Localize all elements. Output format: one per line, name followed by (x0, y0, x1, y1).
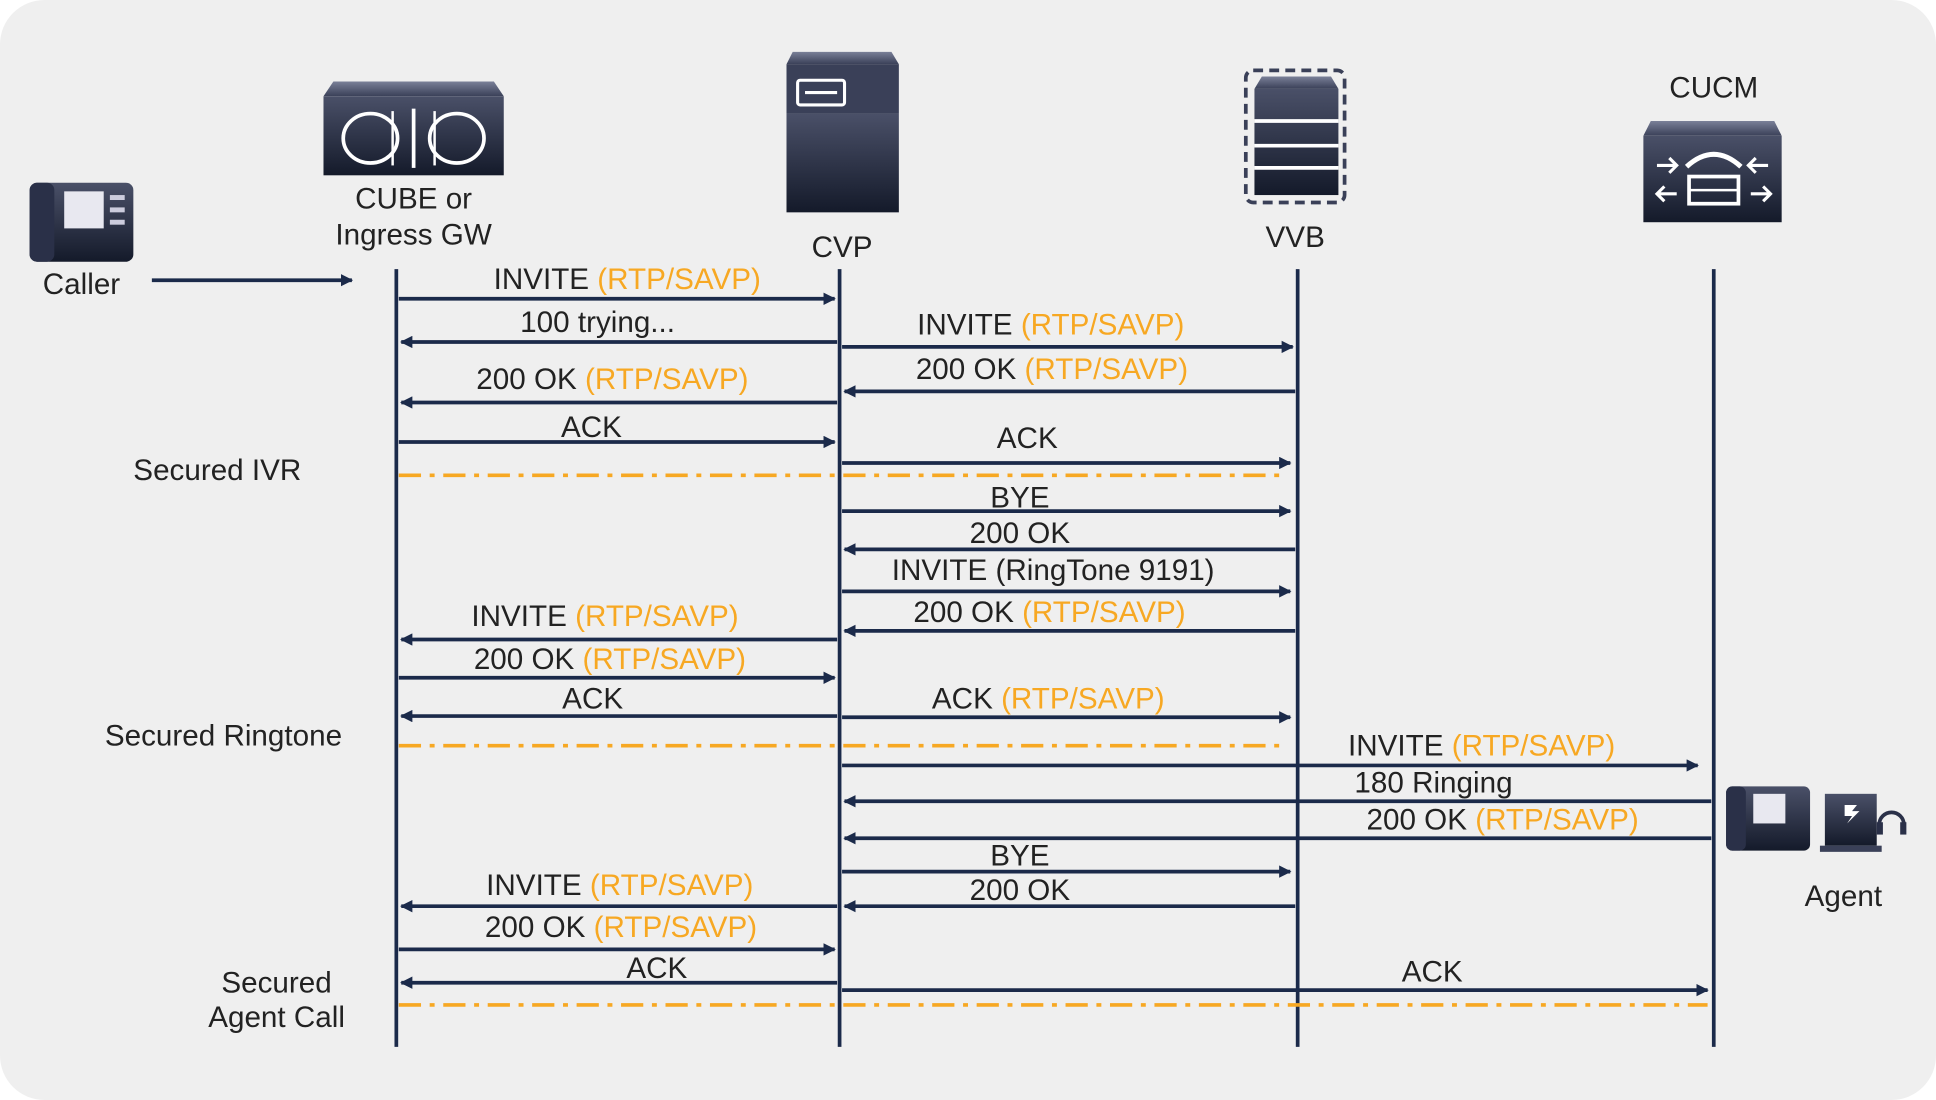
message-name: 200 OK (476, 363, 577, 396)
message-label: 200 OK (970, 517, 1071, 550)
message-name: 200 OK (916, 353, 1017, 386)
message-label: INVITE (RTP/SAVP) (1348, 730, 1615, 763)
message-name: 200 OK (474, 643, 575, 676)
message-label: 200 OK (RTP/SAVP) (476, 363, 748, 396)
message-label: ACK (561, 411, 622, 444)
message-secure-tag: (RTP/SAVP) (567, 600, 739, 633)
sip-call-flow-diagram: Caller CUBE or Ingress GW CVP VVB CUCM A… (0, 0, 1936, 1100)
vvb-server-icon (1243, 68, 1347, 205)
message-label: 200 OK (RTP/SAVP) (485, 911, 757, 944)
message-label: INVITE (RTP/SAVP) (494, 263, 761, 296)
message-label: ACK (RTP/SAVP) (932, 683, 1165, 716)
message-name: 200 OK (970, 874, 1071, 907)
message-label: 180 Ringing (1354, 767, 1512, 800)
message-label: INVITE (RingTone 9191) (892, 554, 1215, 587)
message-label: 200 OK (RTP/SAVP) (913, 596, 1185, 629)
secured-agent-call-label-line2: Agent Call (208, 1001, 345, 1034)
secured-ringtone-label: Secured Ringtone (105, 720, 342, 753)
message-name: 100 trying... (520, 306, 675, 339)
cube-router-icon (323, 81, 504, 176)
message-label: ACK (562, 683, 623, 716)
message-label: ACK (1402, 955, 1463, 988)
message-name: ACK (562, 683, 623, 716)
cube-label-line2: Ingress GW (335, 218, 491, 251)
message-name: INVITE (471, 600, 566, 633)
message-label: INVITE (RTP/SAVP) (486, 869, 753, 902)
message-secure-tag: (RTP/SAVP) (582, 869, 754, 902)
message-label: 100 trying... (520, 306, 675, 339)
message-name: ACK (626, 952, 687, 985)
message-name: ACK (1402, 955, 1463, 988)
message-name: INVITE (494, 263, 589, 296)
message-name: 200 OK (970, 517, 1071, 550)
message-name: ACK (561, 411, 622, 444)
message-secure-tag: (RTP/SAVP) (585, 911, 757, 944)
message-name: INVITE (RingTone 9191) (892, 554, 1215, 587)
message-secure-tag: (RTP/SAVP) (577, 363, 749, 396)
secured-agent-call-label-line1: Secured (221, 967, 331, 1000)
message-name: ACK (932, 683, 993, 716)
message-label: 200 OK (RTP/SAVP) (916, 353, 1188, 386)
vvb-label: VVB (1266, 221, 1325, 254)
caller-label: Caller (43, 268, 121, 301)
message-label: INVITE (RTP/SAVP) (471, 600, 738, 633)
message-secure-tag: (RTP/SAVP) (1467, 804, 1639, 837)
message-name: 180 Ringing (1354, 767, 1512, 800)
message-secure-tag: (RTP/SAVP) (1013, 309, 1185, 342)
message-label: ACK (997, 422, 1058, 455)
message-name: INVITE (1348, 730, 1443, 763)
message-label: 200 OK (RTP/SAVP) (474, 643, 746, 676)
message-name: ACK (997, 422, 1058, 455)
message-name: 200 OK (1367, 804, 1468, 837)
message-name: BYE (990, 839, 1049, 872)
message-secure-tag: (RTP/SAVP) (1016, 353, 1188, 386)
message-name: 200 OK (485, 911, 586, 944)
message-label: INVITE (RTP/SAVP) (917, 309, 1184, 342)
message-label: BYE (990, 481, 1049, 514)
message-secure-tag: (RTP/SAVP) (589, 263, 761, 296)
message-name: 200 OK (913, 596, 1014, 629)
message-secure-tag: (RTP/SAVP) (993, 683, 1165, 716)
message-secure-tag: (RTP/SAVP) (574, 643, 746, 676)
message-label: BYE (990, 839, 1049, 872)
message-name: INVITE (486, 869, 581, 902)
message-secure-tag: (RTP/SAVP) (1443, 730, 1615, 763)
cucm-call-manager-icon (1643, 120, 1782, 223)
message-name: INVITE (917, 309, 1012, 342)
agent-phone-icon (1726, 786, 1811, 851)
cvp-label: CVP (812, 231, 873, 264)
cube-label-line1: CUBE or (355, 183, 472, 216)
cucm-label: CUCM (1669, 72, 1758, 105)
cvp-server-icon (786, 51, 899, 213)
message-label: ACK (626, 952, 687, 985)
message-label: 200 OK (RTP/SAVP) (1367, 804, 1639, 837)
secured-ivr-label: Secured IVR (133, 454, 301, 487)
message-secure-tag: (RTP/SAVP) (1014, 596, 1186, 629)
message-name: BYE (990, 481, 1049, 514)
caller-phone-icon (29, 182, 134, 262)
message-label: 200 OK (970, 874, 1071, 907)
agent-label: Agent (1805, 880, 1883, 913)
